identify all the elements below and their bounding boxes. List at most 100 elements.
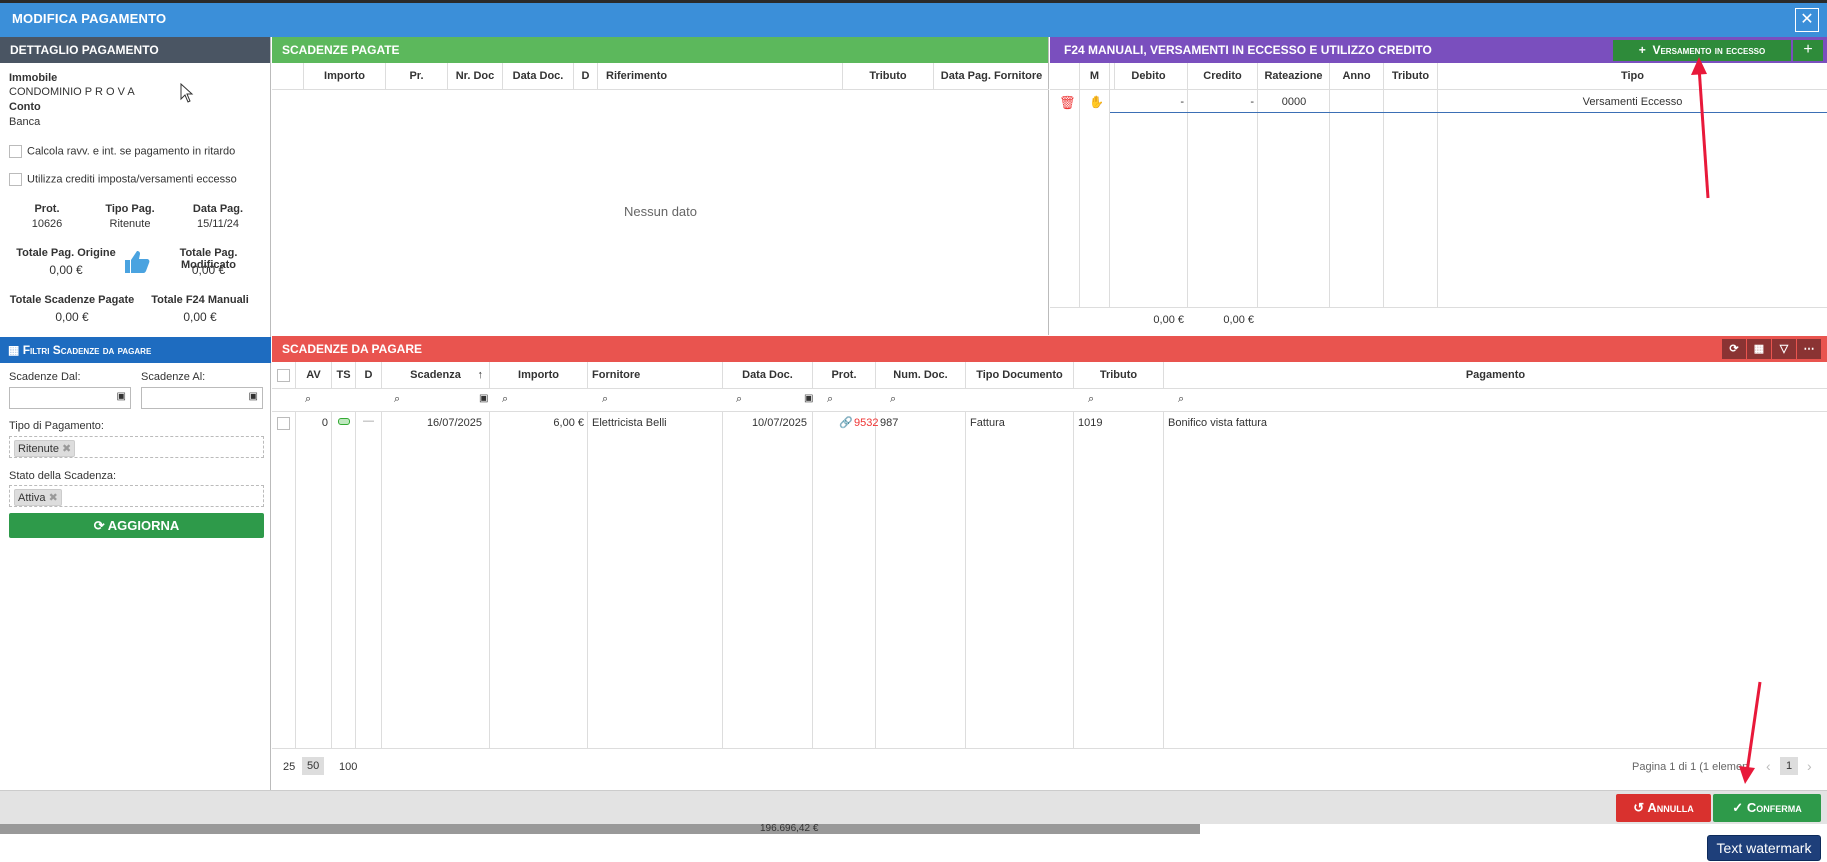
stato-field[interactable]: Attiva ✖ — [9, 485, 264, 507]
add-f24-button[interactable]: + — [1793, 40, 1823, 61]
prot-value: 10626 — [31, 218, 63, 230]
col-av[interactable]: AV — [296, 362, 332, 388]
col-nr-doc[interactable]: Nr. Doc — [448, 63, 503, 89]
col-importo[interactable]: Importo — [304, 63, 386, 89]
status-pill-icon — [338, 418, 350, 425]
search-icon[interactable]: ⌕ — [394, 393, 400, 406]
row-prot[interactable]: 9532 — [854, 417, 878, 429]
row-tipo[interactable]: Versamenti Eccesso — [1438, 96, 1827, 108]
grid-body: 0 — 16/07/2025 6,00 € Elettricista Belli… — [272, 412, 1827, 748]
more-icon[interactable]: ⋯ — [1797, 339, 1821, 359]
calcola-ravv-checkbox[interactable]: Calcola ravv. e int. se pagamento in rit… — [9, 145, 235, 158]
col-ts[interactable]: TS — [332, 362, 356, 388]
col-tipo-documento[interactable]: Tipo Documento — [966, 362, 1074, 388]
search-icon[interactable]: ⌕ — [305, 393, 311, 406]
scadenze-dal-label: Scadenze Dal: — [9, 371, 81, 383]
utilizza-crediti-label: Utilizza crediti imposta/versamenti ecce… — [27, 173, 237, 186]
col-credito[interactable]: Credito — [1188, 63, 1258, 89]
search-icon[interactable]: ⌕ — [827, 393, 833, 406]
calendar-icon[interactable]: ▣ — [249, 391, 258, 402]
col-d[interactable]: D — [356, 362, 382, 388]
tipo-pag-value: Ritenute — [109, 218, 151, 230]
search-icon[interactable]: ⌕ — [602, 393, 608, 406]
scadenze-al-input[interactable]: ▣ — [141, 387, 263, 409]
stato-tag-label: Attiva — [18, 492, 46, 504]
row-rateazione[interactable]: 0000 — [1258, 96, 1330, 108]
search-icon[interactable]: ⌕ — [502, 393, 508, 406]
col-prot[interactable]: Prot. — [813, 362, 876, 388]
plus-icon: + — [1803, 41, 1813, 58]
row-num-doc: 987 — [880, 417, 899, 429]
col-tributo[interactable]: Tributo — [1384, 63, 1438, 89]
search-icon[interactable]: ⌕ — [1178, 393, 1184, 406]
row-importo: 6,00 € — [553, 417, 584, 429]
calendar-icon[interactable]: ▣ — [479, 393, 488, 404]
col-num-doc[interactable]: Num. Doc. — [876, 362, 966, 388]
scadenze-pagate-panel: SCADENZE PAGATE Importo Pr. Nr. Doc Data… — [272, 37, 1115, 335]
row-debito[interactable]: - — [1110, 96, 1184, 108]
search-icon[interactable]: ⌕ — [1088, 393, 1094, 406]
filtri-header: ▦ Filtri Scadenze da pagare — [0, 337, 271, 363]
close-button[interactable]: ✕ — [1795, 8, 1819, 32]
utilizza-crediti-checkbox[interactable]: Utilizza crediti imposta/versamenti ecce… — [9, 173, 237, 186]
data-pag-label: Data Pag. — [192, 203, 244, 215]
col-d[interactable]: D — [574, 63, 598, 89]
scadenze-dal-input[interactable]: ▣ — [9, 387, 131, 409]
calendar-icon[interactable]: ▣ — [804, 393, 813, 404]
prot-label: Prot. — [34, 203, 60, 215]
window-titlebar: MODIFICA PAGAMENTO ✕ — [0, 0, 1827, 37]
col-data-doc[interactable]: Data Doc. — [723, 362, 813, 388]
col-debito[interactable]: Debito — [1110, 63, 1188, 89]
calendar-icon[interactable]: ▣ — [117, 391, 126, 402]
col-rateazione[interactable]: Rateazione — [1258, 63, 1330, 89]
row-credito[interactable]: - — [1188, 96, 1254, 108]
refresh-icon[interactable]: ⟳ — [1722, 339, 1746, 359]
annotation-arrow-icon — [1739, 681, 1762, 784]
plus-icon: + — [1638, 43, 1646, 57]
col-tipo[interactable]: Tipo — [1438, 63, 1827, 89]
col-fornitore[interactable]: Fornitore — [588, 362, 723, 388]
conferma-button[interactable]: ✓ Conferma — [1713, 794, 1821, 822]
page-size-50[interactable]: 50 — [302, 757, 325, 775]
select-all-checkbox[interactable] — [272, 362, 296, 388]
remove-icon[interactable]: ✖ — [62, 443, 71, 455]
tipo-tag[interactable]: Ritenute ✖ — [14, 440, 76, 457]
table-row[interactable]: 0 — 16/07/2025 6,00 € Elettricista Belli… — [272, 412, 1827, 436]
search-icon[interactable]: ⌕ — [736, 393, 742, 406]
col-m[interactable]: M — [1080, 63, 1110, 89]
annulla-button[interactable]: ↺ Annulla — [1616, 794, 1711, 822]
trash-icon[interactable]: 🗑 — [1059, 95, 1076, 111]
calcola-ravv-label: Calcola ravv. e int. se pagamento in rit… — [27, 145, 236, 158]
page-size-100[interactable]: 100 — [336, 759, 360, 775]
next-page-icon[interactable]: › — [1807, 758, 1812, 774]
stato-tag[interactable]: Attiva ✖ — [14, 489, 62, 506]
watermark: Text watermark — [1707, 835, 1821, 861]
tot-scad-value: 0,00 € — [55, 310, 89, 324]
tipo-pagamento-label: Tipo di Pagamento: — [9, 420, 104, 432]
col-importo[interactable]: Importo — [490, 362, 588, 388]
row-checkbox[interactable] — [277, 417, 290, 430]
column-chooser-icon[interactable]: ▦ — [1747, 339, 1771, 359]
scadenze-da-pagare-header: SCADENZE DA PAGARE ⟳ ▦ ▽ ⋯ — [272, 336, 1827, 362]
col-pagamento[interactable]: Pagamento — [1164, 362, 1827, 388]
page-number[interactable]: 1 — [1780, 757, 1799, 775]
tipo-pagamento-field[interactable]: Ritenute ✖ — [9, 436, 264, 458]
col-data-pag-fornitore[interactable]: Data Pag. Fornitore — [934, 63, 1049, 89]
col-scadenza[interactable]: Scadenza ↑ — [382, 362, 490, 388]
aggiorna-button[interactable]: ⟳ AGGIORNA — [9, 513, 264, 538]
row-tipo-doc: Fattura — [970, 417, 1005, 429]
remove-icon[interactable]: ✖ — [49, 492, 58, 504]
total-debito: 0,00 € — [1153, 314, 1184, 326]
col-tributo[interactable]: Tributo — [1074, 362, 1164, 388]
search-icon[interactable]: ⌕ — [890, 393, 896, 406]
col-anno[interactable]: Anno — [1330, 63, 1384, 89]
tot-f24-label: Totale F24 Manuali — [151, 294, 249, 306]
hand-icon[interactable]: ✋ — [1089, 95, 1104, 109]
page-size-25[interactable]: 25 — [280, 759, 298, 775]
link-icon[interactable]: 🔗 — [839, 416, 853, 429]
col-data-doc[interactable]: Data Doc. — [503, 63, 574, 89]
row-tributo: 1019 — [1078, 417, 1103, 429]
filter-icon[interactable]: ▽ — [1772, 339, 1796, 359]
col-pr[interactable]: Pr. — [386, 63, 448, 89]
col-tributo[interactable]: Tributo — [842, 63, 934, 89]
